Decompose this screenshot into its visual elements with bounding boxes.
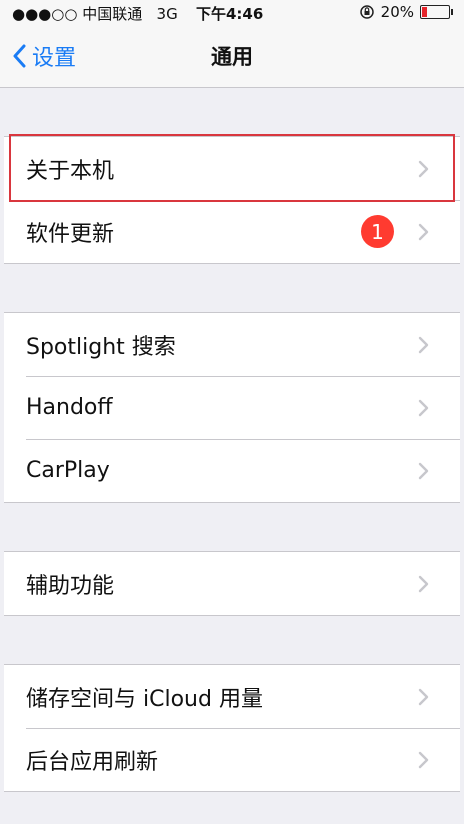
row-label: 辅助功能	[26, 573, 115, 599]
battery-percent: 20%	[380, 3, 414, 21]
row-label: CarPlay	[26, 458, 110, 483]
group-about-update: 关于本机 软件更新 1	[4, 136, 460, 264]
carplay-row[interactable]: CarPlay	[4, 439, 460, 502]
about-row[interactable]: 关于本机	[4, 137, 460, 200]
row-label: Spotlight 搜索	[26, 334, 176, 360]
carrier-signal: ●●●○○ 中国联通 3G	[12, 5, 178, 23]
row-label: 软件更新	[26, 221, 115, 247]
clock: 下午4:46	[196, 5, 264, 23]
row-label: 后台应用刷新	[26, 749, 159, 775]
handoff-row[interactable]: Handoff	[4, 376, 460, 439]
rotation-lock-icon	[359, 5, 374, 19]
background-refresh-row[interactable]: 后台应用刷新	[4, 728, 460, 791]
battery-icon	[420, 5, 453, 19]
row-label: 储存空间与 iCloud 用量	[26, 686, 263, 712]
accessibility-row[interactable]: 辅助功能	[4, 552, 460, 615]
group-spotlight-handoff: Spotlight 搜索 Handoff CarPlay	[4, 312, 460, 503]
group-accessibility: 辅助功能	[4, 551, 460, 616]
row-label: Handoff	[26, 395, 113, 420]
storage-row[interactable]: 储存空间与 iCloud 用量	[4, 665, 460, 728]
chevron-right-icon	[418, 575, 429, 593]
software-update-row[interactable]: 软件更新 1	[4, 200, 460, 263]
chevron-right-icon	[418, 399, 429, 417]
navigation-bar: 设置 通用	[0, 26, 464, 88]
chevron-right-icon	[418, 336, 429, 354]
chevron-right-icon	[418, 160, 429, 178]
group-storage-refresh: 储存空间与 iCloud 用量 后台应用刷新	[4, 664, 460, 792]
row-label: 关于本机	[26, 158, 115, 184]
chevron-right-icon	[418, 688, 429, 706]
battery-area: 20%	[359, 3, 453, 21]
update-badge: 1	[361, 215, 394, 248]
spotlight-row[interactable]: Spotlight 搜索	[4, 313, 460, 376]
chevron-right-icon	[418, 223, 429, 241]
page-title: 通用	[211, 45, 253, 69]
network-type: 3G	[156, 5, 178, 23]
chevron-right-icon	[418, 462, 429, 480]
status-bar: ●●●○○ 中国联通 3G 下午4:46 20%	[0, 0, 464, 26]
chevron-right-icon	[418, 751, 429, 769]
